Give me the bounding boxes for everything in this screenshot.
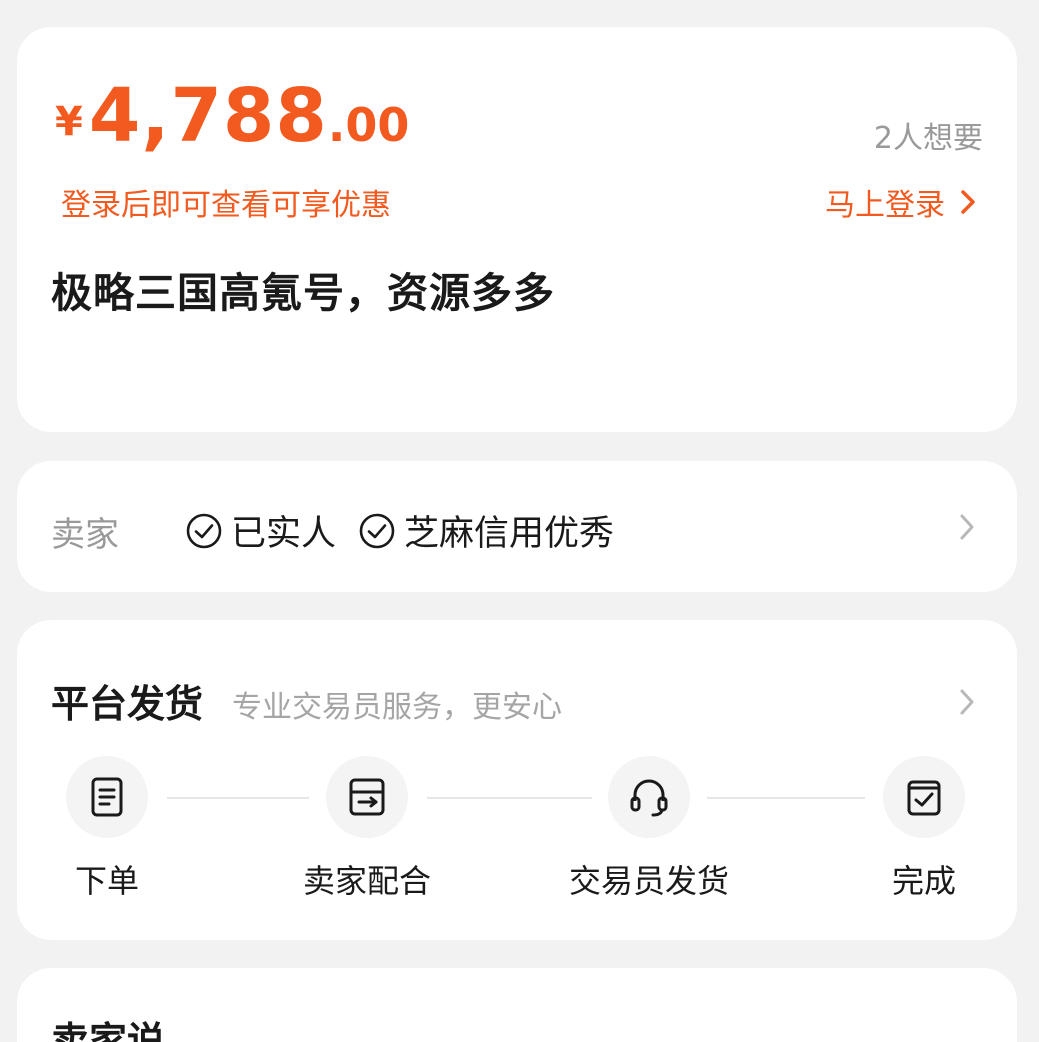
login-link[interactable]: 马上登录: [825, 180, 977, 224]
order-document-icon: [91, 777, 123, 817]
badge-verified: 已实人: [185, 505, 336, 556]
seller-box-icon: [349, 778, 385, 816]
product-detail-page: ¥4,788.00 2人想要 登录后即可查看可享优惠 马上登录 极略三国高氪号，…: [0, 0, 1039, 1042]
step-connector: [707, 797, 865, 799]
complete-bag-icon: [907, 780, 941, 816]
badge-label: 已实人: [231, 514, 337, 554]
platform-delivery-card[interactable]: 平台发货 专业交易员服务，更安心 下单 卖家配合 交易员发货 完成: [17, 620, 1017, 940]
price-card: ¥4,788.00 2人想要 登录后即可查看可享优惠 马上登录 极略三国高氪号，…: [17, 27, 1017, 432]
price-integer: 4,788: [88, 73, 328, 159]
price-decimal: .00: [327, 98, 410, 152]
delivery-title: 平台发货: [51, 682, 204, 726]
step-label: 卖家配合: [302, 862, 432, 900]
badge-credit: 芝麻信用优秀: [358, 505, 614, 556]
step-circle: [883, 756, 965, 838]
step-seller-cooperate: 卖家配合: [303, 756, 431, 900]
promo-text: 登录后即可查看可享优惠: [61, 188, 391, 223]
step-connector: [167, 797, 309, 799]
step-label: 完成: [891, 862, 957, 900]
headset-icon: [630, 779, 668, 817]
step-connector: [427, 797, 592, 799]
currency-symbol: ¥: [55, 99, 83, 145]
seller-label: 卖家: [51, 515, 119, 555]
check-circle-icon: [186, 513, 222, 548]
step-order: 下单: [66, 756, 148, 900]
login-label: 马上登录: [825, 188, 945, 223]
step-circle: [66, 756, 148, 838]
seller-says-card: 卖家说: [17, 968, 1017, 1042]
step-trader-ship: 交易员发货: [569, 756, 729, 900]
chevron-right-icon: [960, 689, 974, 715]
delivery-subtitle: 专业交易员服务，更安心: [232, 690, 562, 725]
chevron-right-icon: [960, 514, 974, 540]
seller-badges: 已实人 芝麻信用优秀: [185, 505, 614, 556]
seller-card[interactable]: 卖家 已实人 芝麻信用优秀: [17, 461, 1017, 592]
step-label: 交易员发货: [568, 862, 730, 900]
chevron-right-icon: [961, 190, 975, 214]
price: ¥4,788.00: [55, 79, 409, 153]
step-circle: [326, 756, 408, 838]
step-complete: 完成: [883, 756, 965, 900]
check-circle-icon: [359, 513, 395, 548]
seller-says-title: 卖家说: [51, 1019, 166, 1042]
step-label: 下单: [74, 862, 140, 900]
badge-label: 芝麻信用优秀: [404, 514, 615, 554]
step-circle: [608, 756, 690, 838]
want-count: 2人想要: [873, 121, 983, 156]
product-title: 极略三国高氪号，资源多多: [51, 269, 555, 317]
